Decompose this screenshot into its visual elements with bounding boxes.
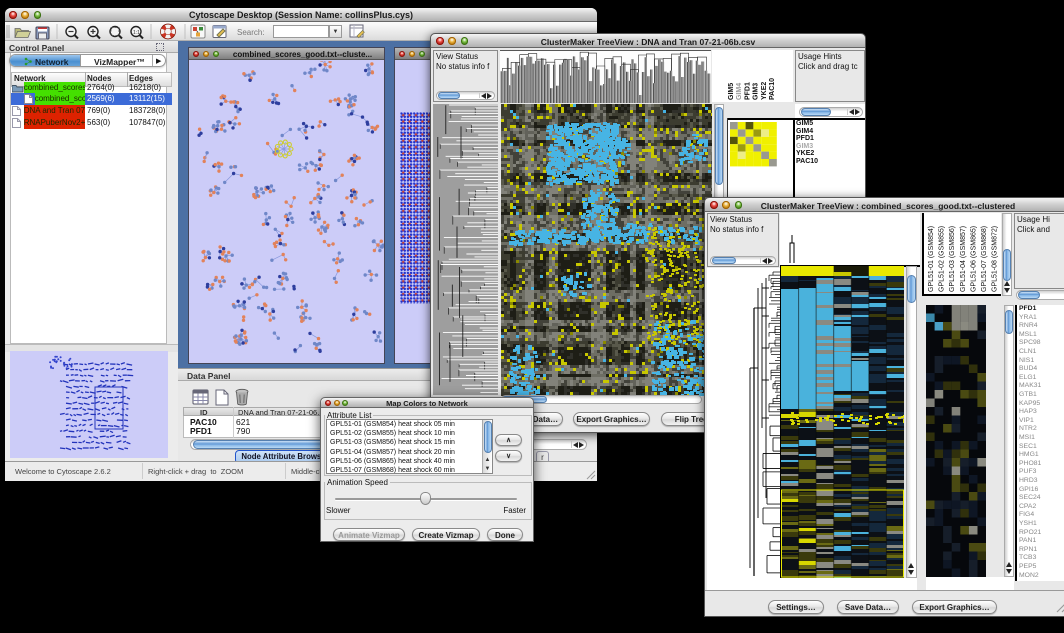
svg-text:GPL51-08 (GSM872): GPL51-08 (GSM872) bbox=[992, 226, 999, 292]
svg-text:GIM5: GIM5 bbox=[728, 83, 735, 100]
svg-text:GPL51-07 (GSM868): GPL51-07 (GSM868) bbox=[981, 226, 988, 292]
svg-text:1:1: 1:1 bbox=[133, 30, 140, 36]
svg-text:GIM4: GIM4 bbox=[736, 83, 743, 100]
svg-text:PAC10: PAC10 bbox=[769, 78, 776, 100]
svg-text:GPL51-02 (GSM855): GPL51-02 (GSM855) bbox=[939, 226, 946, 292]
svg-text:PFD1: PFD1 bbox=[744, 82, 751, 100]
svg-text:GPL51-01 (GSM854): GPL51-01 (GSM854) bbox=[928, 226, 935, 292]
svg-text:GPL51-03 (GSM856): GPL51-03 (GSM856) bbox=[949, 226, 956, 292]
svg-text:Search:: Search: bbox=[237, 28, 265, 37]
svg-text:GPL51-04 (GSM857): GPL51-04 (GSM857) bbox=[960, 226, 967, 292]
svg-text:GPL51-06 (GSM865): GPL51-06 (GSM865) bbox=[970, 226, 977, 292]
svg-text:YKE2: YKE2 bbox=[761, 82, 768, 100]
svg-text:GIM3: GIM3 bbox=[753, 83, 760, 100]
